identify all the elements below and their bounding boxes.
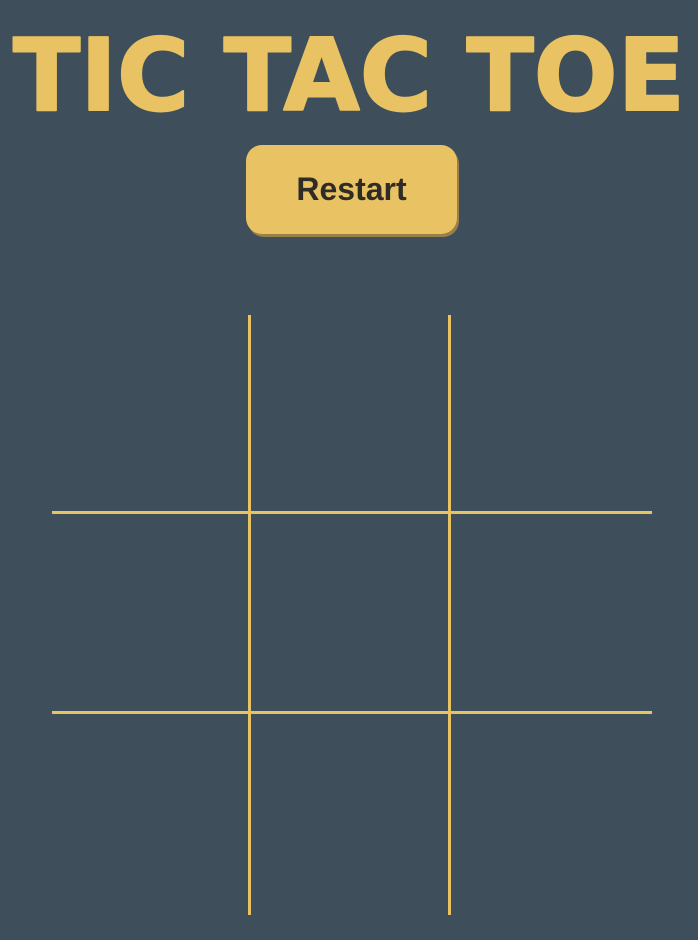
board-cell[interactable] — [449, 313, 652, 512]
board-cell[interactable] — [249, 712, 449, 913]
board-cell[interactable] — [249, 313, 449, 512]
grid-line-horizontal — [52, 511, 652, 514]
board-cell[interactable] — [50, 712, 249, 913]
board-cell[interactable] — [449, 712, 652, 913]
game-board — [50, 313, 654, 915]
grid-line-vertical — [448, 315, 451, 915]
game-title: TIC TAC TOE — [0, 10, 698, 120]
game-title-text: TIC TAC TOE — [13, 17, 685, 120]
board-cell[interactable] — [249, 512, 449, 712]
board-cell[interactable] — [50, 512, 249, 712]
grid-line-vertical — [248, 315, 251, 915]
restart-button[interactable]: Restart — [246, 145, 457, 234]
board-cell[interactable] — [50, 313, 249, 512]
board-cell[interactable] — [449, 512, 652, 712]
grid-line-horizontal — [52, 711, 652, 714]
